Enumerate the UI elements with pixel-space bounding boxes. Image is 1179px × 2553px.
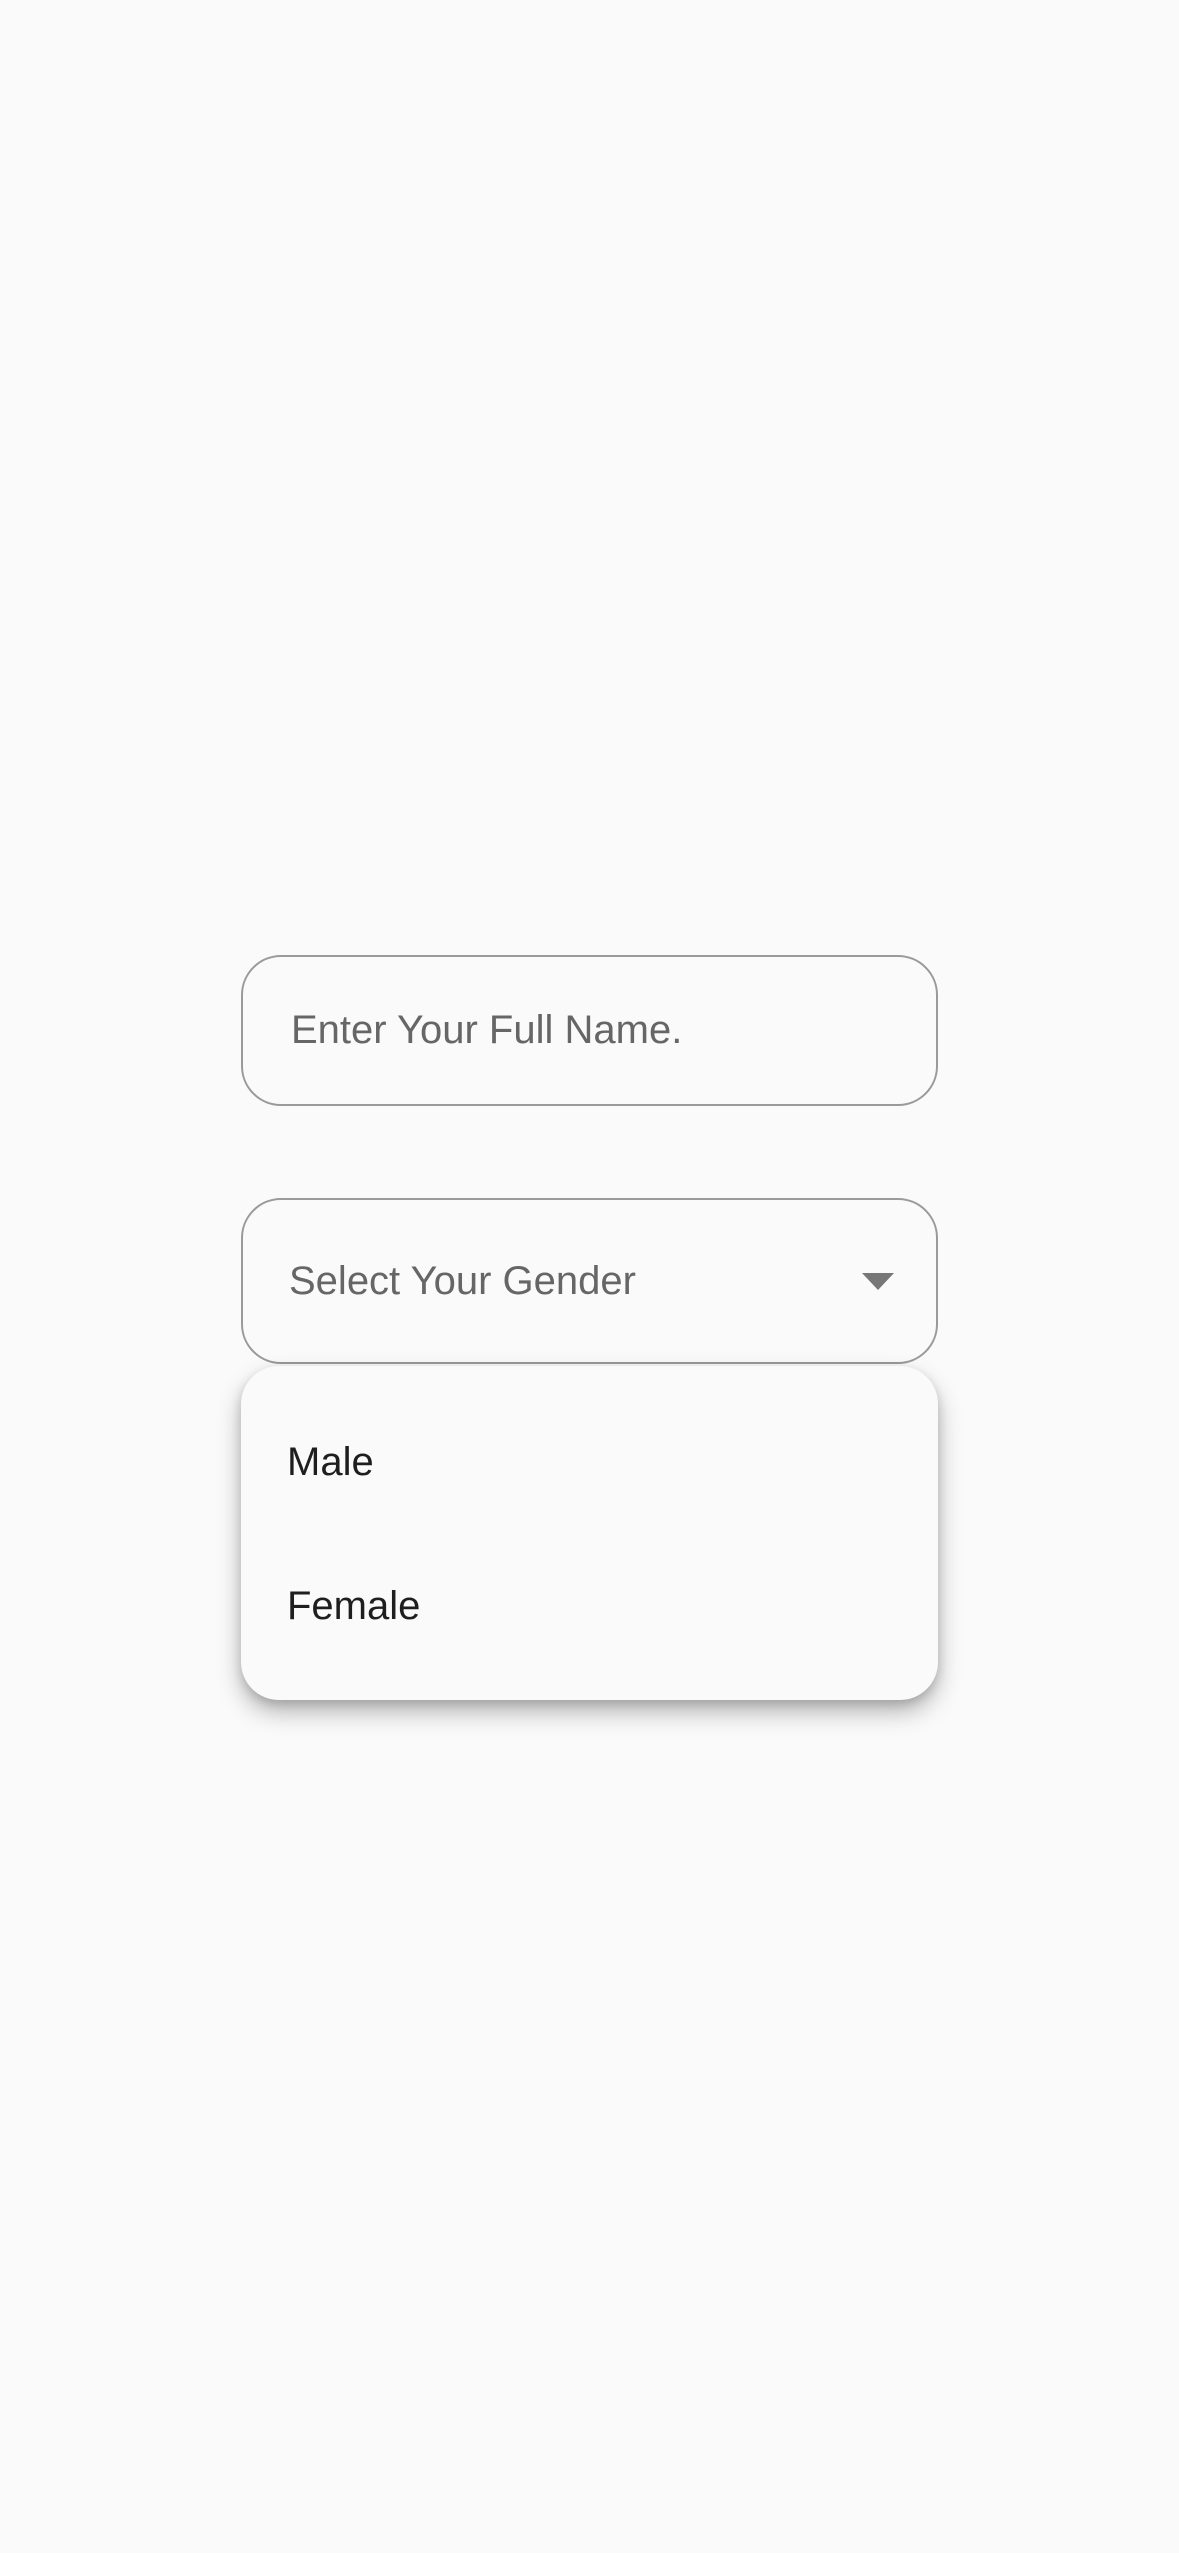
full-name-input[interactable] xyxy=(289,1007,890,1054)
gender-select[interactable]: Select Your Gender xyxy=(241,1198,938,1364)
gender-select-label: Select Your Gender xyxy=(289,1258,636,1303)
caret-down-icon[interactable] xyxy=(862,1272,894,1290)
gender-option-female[interactable]: Female xyxy=(241,1534,938,1678)
gender-dropdown-menu: Male Female xyxy=(241,1366,938,1700)
full-name-field[interactable] xyxy=(241,955,938,1106)
gender-option-male[interactable]: Male xyxy=(241,1390,938,1534)
